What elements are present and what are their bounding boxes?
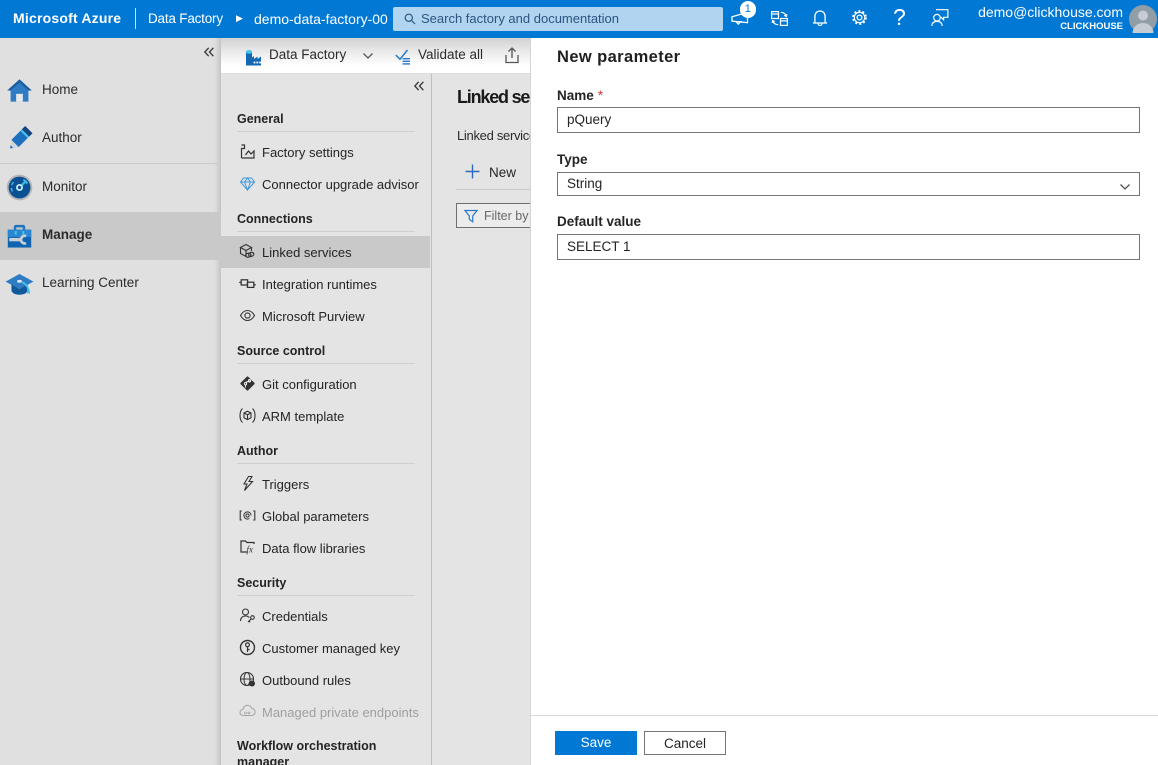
svg-text:fx: fx [247,545,254,555]
